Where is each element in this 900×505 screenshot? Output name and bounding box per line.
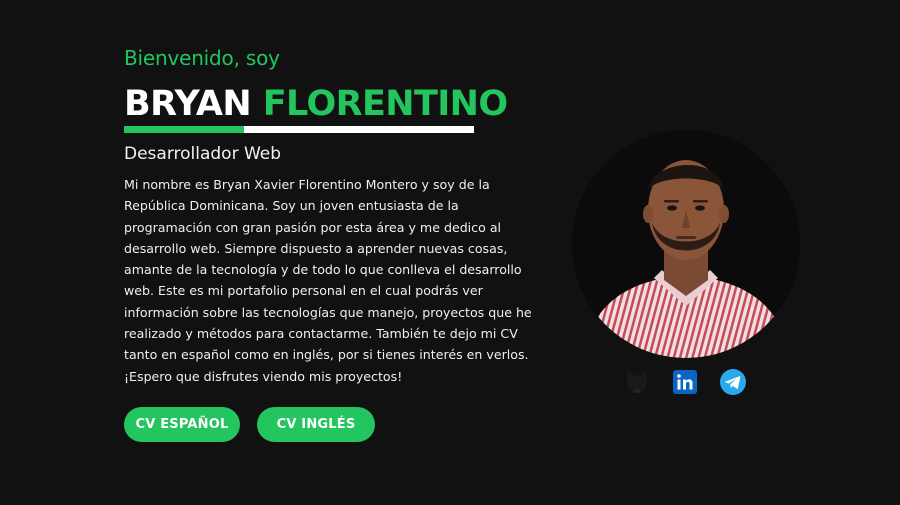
- last-name: FLORENTINO: [262, 84, 508, 124]
- full-name-heading: BRYAN FLORENTINO: [124, 84, 534, 124]
- profile-photo: [572, 130, 800, 358]
- avatar: [572, 130, 800, 358]
- cv-english-button[interactable]: CV INGLÉS: [257, 406, 375, 442]
- social-links: [624, 369, 746, 395]
- underline-green-segment: [124, 126, 244, 133]
- intro-section: Bienvenido, soy BRYAN FLORENTINO Desarro…: [124, 44, 534, 442]
- portfolio-hero: Bienvenido, soy BRYAN FLORENTINO Desarro…: [0, 0, 900, 505]
- cv-spanish-button[interactable]: CV ESPAÑOL: [124, 406, 240, 442]
- bio-paragraph: Mi nombre es Bryan Xavier Florentino Mon…: [124, 177, 532, 384]
- role-title: Desarrollador Web: [124, 144, 282, 164]
- name-underline: [124, 126, 474, 133]
- github-icon[interactable]: [624, 369, 650, 395]
- telegram-icon[interactable]: [720, 369, 746, 395]
- linkedin-icon[interactable]: [672, 369, 698, 395]
- first-name: BRYAN: [124, 84, 252, 124]
- underline-white-segment: [244, 126, 474, 133]
- greeting-text: Bienvenido, soy: [124, 46, 280, 70]
- cv-buttons: CV ESPAÑOL CV INGLÉS: [124, 406, 534, 442]
